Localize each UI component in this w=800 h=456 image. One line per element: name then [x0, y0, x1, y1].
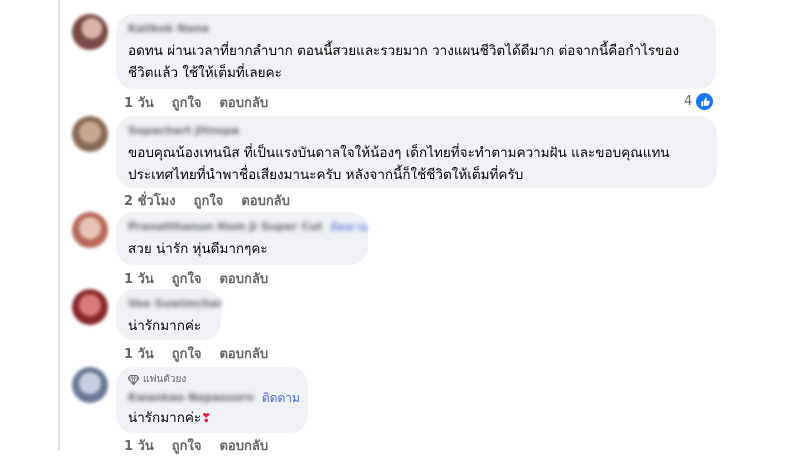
- comment-text: ขอบคุณน้องเทนนิส ที่เป็นแรงบันดาลใจให้น้…: [128, 142, 705, 186]
- comment-text: อดทน ผ่านเวลาที่ยากลำบาก ตอนนี้สวยและรวย…: [128, 40, 704, 84]
- avatar[interactable]: [72, 116, 108, 152]
- comment-timestamp[interactable]: 1 วัน: [124, 92, 154, 113]
- comment-timestamp[interactable]: 1 วัน: [124, 435, 154, 456]
- like-button[interactable]: ถูกใจ: [172, 435, 202, 456]
- comment-text-line: ประเทศไทยที่นำพาชื่อเสียงมานะครับ หลังจา…: [128, 167, 524, 183]
- like-button[interactable]: ถูกใจ: [172, 92, 202, 113]
- comment-actions: 1 วัน ถูกใจ ตอบกลับ: [124, 268, 268, 289]
- heart-emoji: ❣: [201, 411, 212, 425]
- follow-link[interactable]: ติดตาม: [262, 391, 300, 405]
- avatar[interactable]: [72, 212, 108, 248]
- comment-text-line: น่ารักมากค่ะ: [128, 410, 202, 426]
- comment-text: น่ารักมากค่ะ❣: [128, 407, 296, 429]
- reply-button[interactable]: ตอบกลับ: [219, 92, 268, 113]
- author-row: Pranatthanun Hom Ji Super Cut ติดตาม: [128, 220, 369, 234]
- comment-text: น่ารักมากค่ะ: [128, 315, 209, 337]
- top-fan-badge[interactable]: แฟนตัวยง: [128, 373, 296, 387]
- comment-bubble: Pranatthanun Hom Ji Super Cut ติดตาม สวย…: [116, 212, 369, 265]
- comment-text-line: สวย น่ารัก หุ่นดีมากๆคะ: [128, 241, 268, 257]
- reply-button[interactable]: ตอบกลับ: [241, 190, 290, 211]
- avatar[interactable]: [72, 14, 108, 50]
- avatar[interactable]: [72, 367, 108, 403]
- comment-bubble: Kalikok Nana อดทน ผ่านเวลาที่ยากลำบาก ตอ…: [116, 14, 716, 89]
- diamond-icon: [128, 375, 139, 385]
- author-row: Kwankao Napassorn ติดตาม: [128, 391, 300, 405]
- comment-timestamp[interactable]: 2 ชั่วโมง: [124, 190, 176, 211]
- like-button[interactable]: ถูกใจ: [172, 268, 202, 289]
- reaction-count: 4: [684, 94, 693, 109]
- comment-author[interactable]: Kalikok Nana: [128, 22, 704, 36]
- like-reaction-icon: [695, 92, 715, 111]
- comment-text-line: ชีวิตแล้ว ใช้ให้เต็มที่เลยคะ: [128, 65, 282, 81]
- comment-bubble: Vee Suwimchai น่ารักมากค่ะ: [116, 289, 221, 340]
- reply-button[interactable]: ตอบกลับ: [219, 268, 268, 289]
- comment-actions: 2 ชั่วโมง ถูกใจ ตอบกลับ: [124, 190, 290, 211]
- comment-author[interactable]: Pranatthanun Hom Ji Super Cut: [128, 220, 323, 234]
- comment-text: สวย น่ารัก หุ่นดีมากๆคะ: [128, 238, 356, 260]
- comment-bubble: Supachart Jitnopa ขอบคุณน้องเทนนิส ที่เป…: [116, 116, 717, 188]
- thread-line: [58, 0, 60, 450]
- comment-author[interactable]: Kwankao Napassorn: [128, 391, 254, 405]
- avatar[interactable]: [72, 289, 108, 325]
- comment-text-line: น่ารักมากค่ะ: [128, 318, 202, 334]
- comment-text-line: ขอบคุณน้องเทนนิส ที่เป็นแรงบันดาลใจให้น้…: [128, 145, 670, 161]
- comment-text-line: อดทน ผ่านเวลาที่ยากลำบาก ตอนนี้สวยและรวย…: [128, 43, 680, 59]
- comment-actions: 1 วัน ถูกใจ ตอบกลับ: [124, 92, 268, 113]
- follow-link[interactable]: ติดตาม: [331, 220, 369, 234]
- comment-author[interactable]: Supachart Jitnopa: [128, 124, 705, 138]
- comment-bubble: แฟนตัวยง Kwankao Napassorn ติดตาม น่ารัก…: [116, 367, 308, 433]
- comment-timestamp[interactable]: 1 วัน: [124, 343, 154, 364]
- comment-author[interactable]: Vee Suwimchai: [128, 297, 221, 311]
- comment-actions: 1 วัน ถูกใจ ตอบกลับ: [124, 343, 268, 364]
- like-button[interactable]: ถูกใจ: [194, 190, 224, 211]
- reply-button[interactable]: ตอบกลับ: [219, 435, 268, 456]
- comment-timestamp[interactable]: 1 วัน: [124, 268, 154, 289]
- reaction-summary[interactable]: 4: [684, 92, 715, 111]
- comment-actions: 1 วัน ถูกใจ ตอบกลับ: [124, 435, 268, 456]
- fan-badge-label: แฟนตัวยง: [143, 374, 187, 385]
- reply-button[interactable]: ตอบกลับ: [219, 343, 268, 364]
- like-button[interactable]: ถูกใจ: [172, 343, 202, 364]
